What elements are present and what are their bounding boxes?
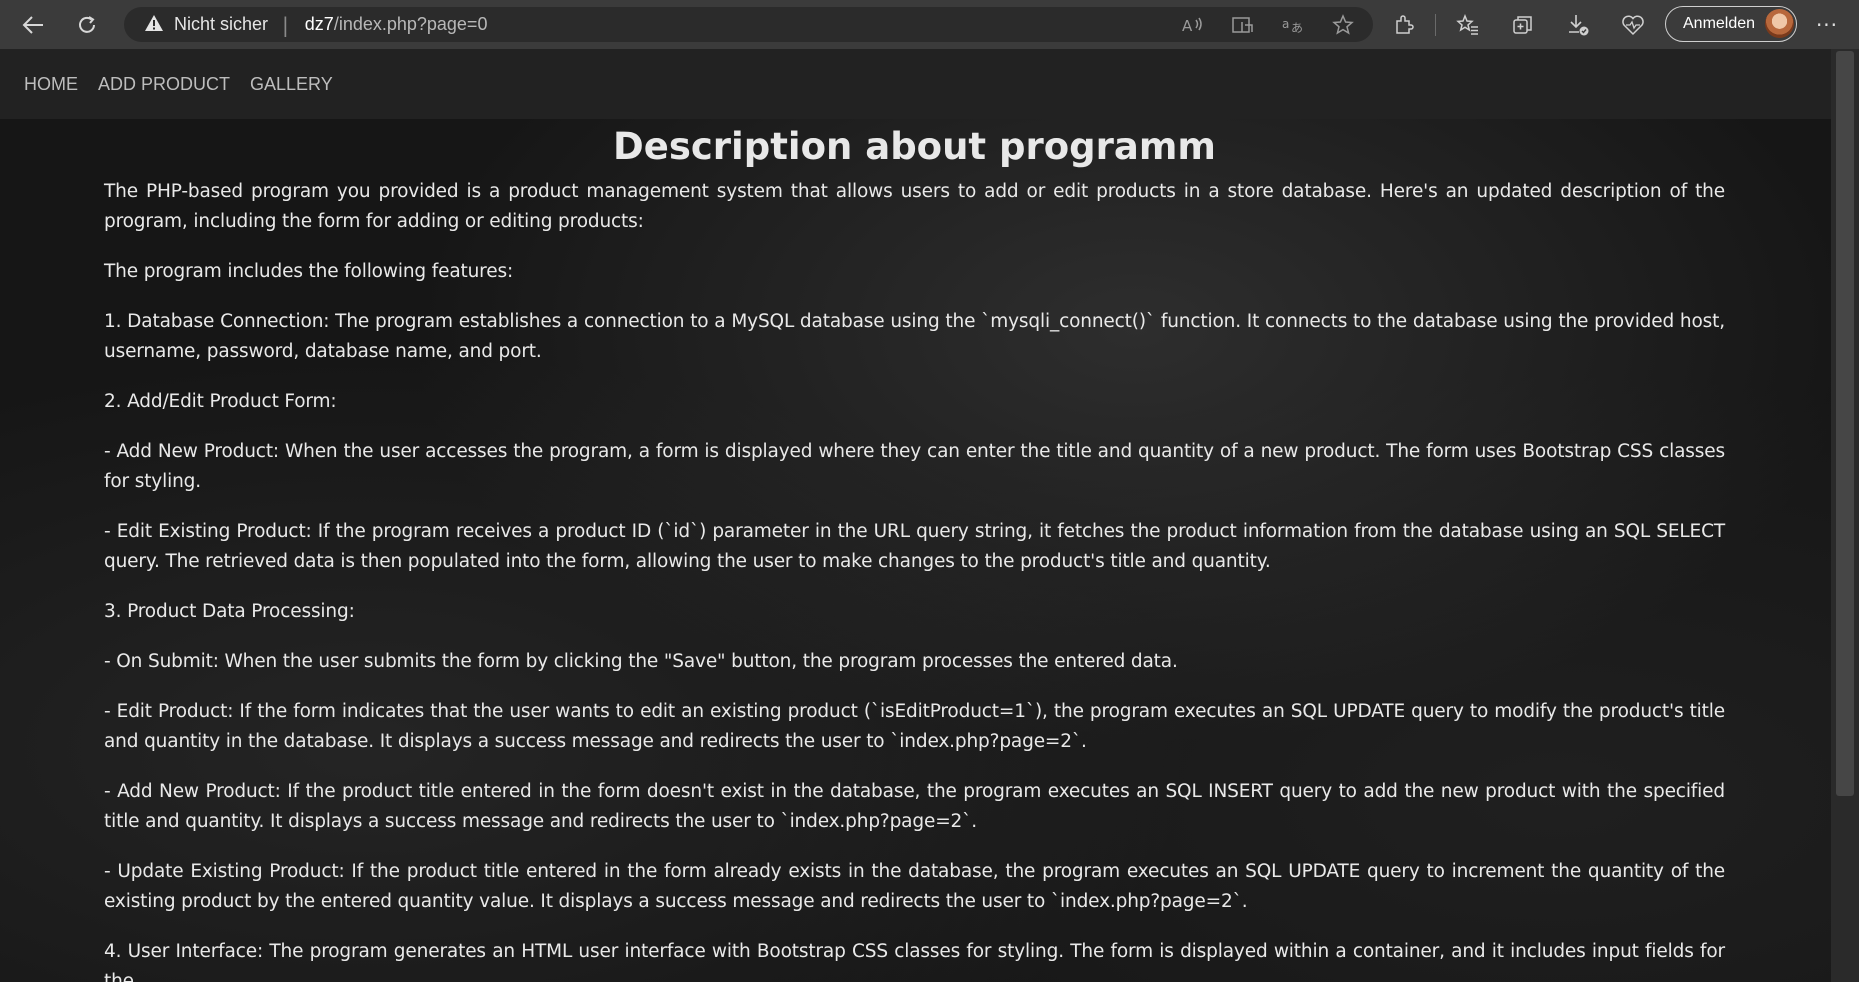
paragraph: 3. Product Data Processing:: [104, 601, 355, 623]
collections-icon[interactable]: [1509, 11, 1537, 39]
paragraph: - Update Existing Product: If the produc…: [104, 861, 1725, 913]
svg-text:あ: あ: [1291, 21, 1303, 34]
browser-essentials-icon[interactable]: [1619, 11, 1647, 39]
browser-toolbar: Nicht sicher | dz7 /index.php?page=0 A a…: [0, 0, 1859, 49]
address-bar[interactable]: Nicht sicher | dz7 /index.php?page=0 A a…: [124, 7, 1373, 42]
translate-icon[interactable]: aあ: [1279, 11, 1307, 39]
url-path[interactable]: /index.php?page=0: [334, 14, 488, 35]
downloads-icon[interactable]: [1564, 11, 1592, 39]
extensions-icon[interactable]: [1390, 11, 1418, 39]
paragraph: 1. Database Connection: The program esta…: [104, 311, 1725, 363]
security-label[interactable]: Nicht sicher: [174, 14, 268, 35]
paragraph: - Add New Product: If the product title …: [104, 781, 1725, 833]
nav-add-product[interactable]: ADD PRODUCT: [98, 74, 230, 95]
favorites-icon[interactable]: [1454, 11, 1482, 39]
immersive-reader-icon[interactable]: [1229, 11, 1257, 39]
site-navbar: HOME ADD PRODUCT GALLERY: [0, 49, 1831, 119]
page-scrollbar[interactable]: [1831, 49, 1859, 982]
paragraph: The PHP-based program you provided is a …: [104, 181, 1725, 233]
main-content: Description about programm The PHP-based…: [104, 125, 1725, 982]
paragraph: The program includes the following featu…: [104, 261, 514, 283]
nav-gallery[interactable]: GALLERY: [250, 74, 333, 95]
avatar: [1765, 9, 1794, 38]
page-title: Description about programm: [613, 125, 1216, 168]
toolbar-right-icons: [1390, 7, 1674, 42]
address-bar-icons: A aあ: [1179, 7, 1357, 42]
more-menu-icon[interactable]: ···: [1812, 7, 1842, 42]
signin-label: Anmelden: [1683, 15, 1756, 32]
page-viewport: HOME ADD PRODUCT GALLERY Description abo…: [0, 49, 1831, 982]
paragraph: 2. Add/Edit Product Form:: [104, 391, 337, 413]
paragraph: - Edit Product: If the form indicates th…: [104, 701, 1725, 753]
paragraph: - Edit Existing Product: If the program …: [104, 521, 1725, 573]
read-aloud-icon[interactable]: A: [1179, 11, 1207, 39]
scrollbar-thumb[interactable]: [1836, 51, 1854, 796]
address-divider: |: [282, 12, 289, 37]
paragraph: - On Submit: When the user submits the f…: [104, 651, 1178, 673]
nav-home[interactable]: HOME: [24, 74, 78, 95]
toolbar-divider: [1435, 13, 1436, 36]
svg-text:A: A: [1182, 17, 1193, 34]
paragraph: 4. User Interface: The program generates…: [104, 941, 1725, 982]
favorite-star-icon[interactable]: [1329, 11, 1357, 39]
svg-text:a: a: [1282, 17, 1289, 31]
refresh-icon[interactable]: [69, 7, 105, 43]
signin-button[interactable]: Anmelden: [1665, 6, 1797, 42]
back-arrow-icon[interactable]: [15, 7, 51, 43]
url-host[interactable]: dz7: [305, 14, 334, 35]
warning-icon[interactable]: [144, 14, 164, 36]
paragraph: - Add New Product: When the user accesse…: [104, 441, 1725, 493]
